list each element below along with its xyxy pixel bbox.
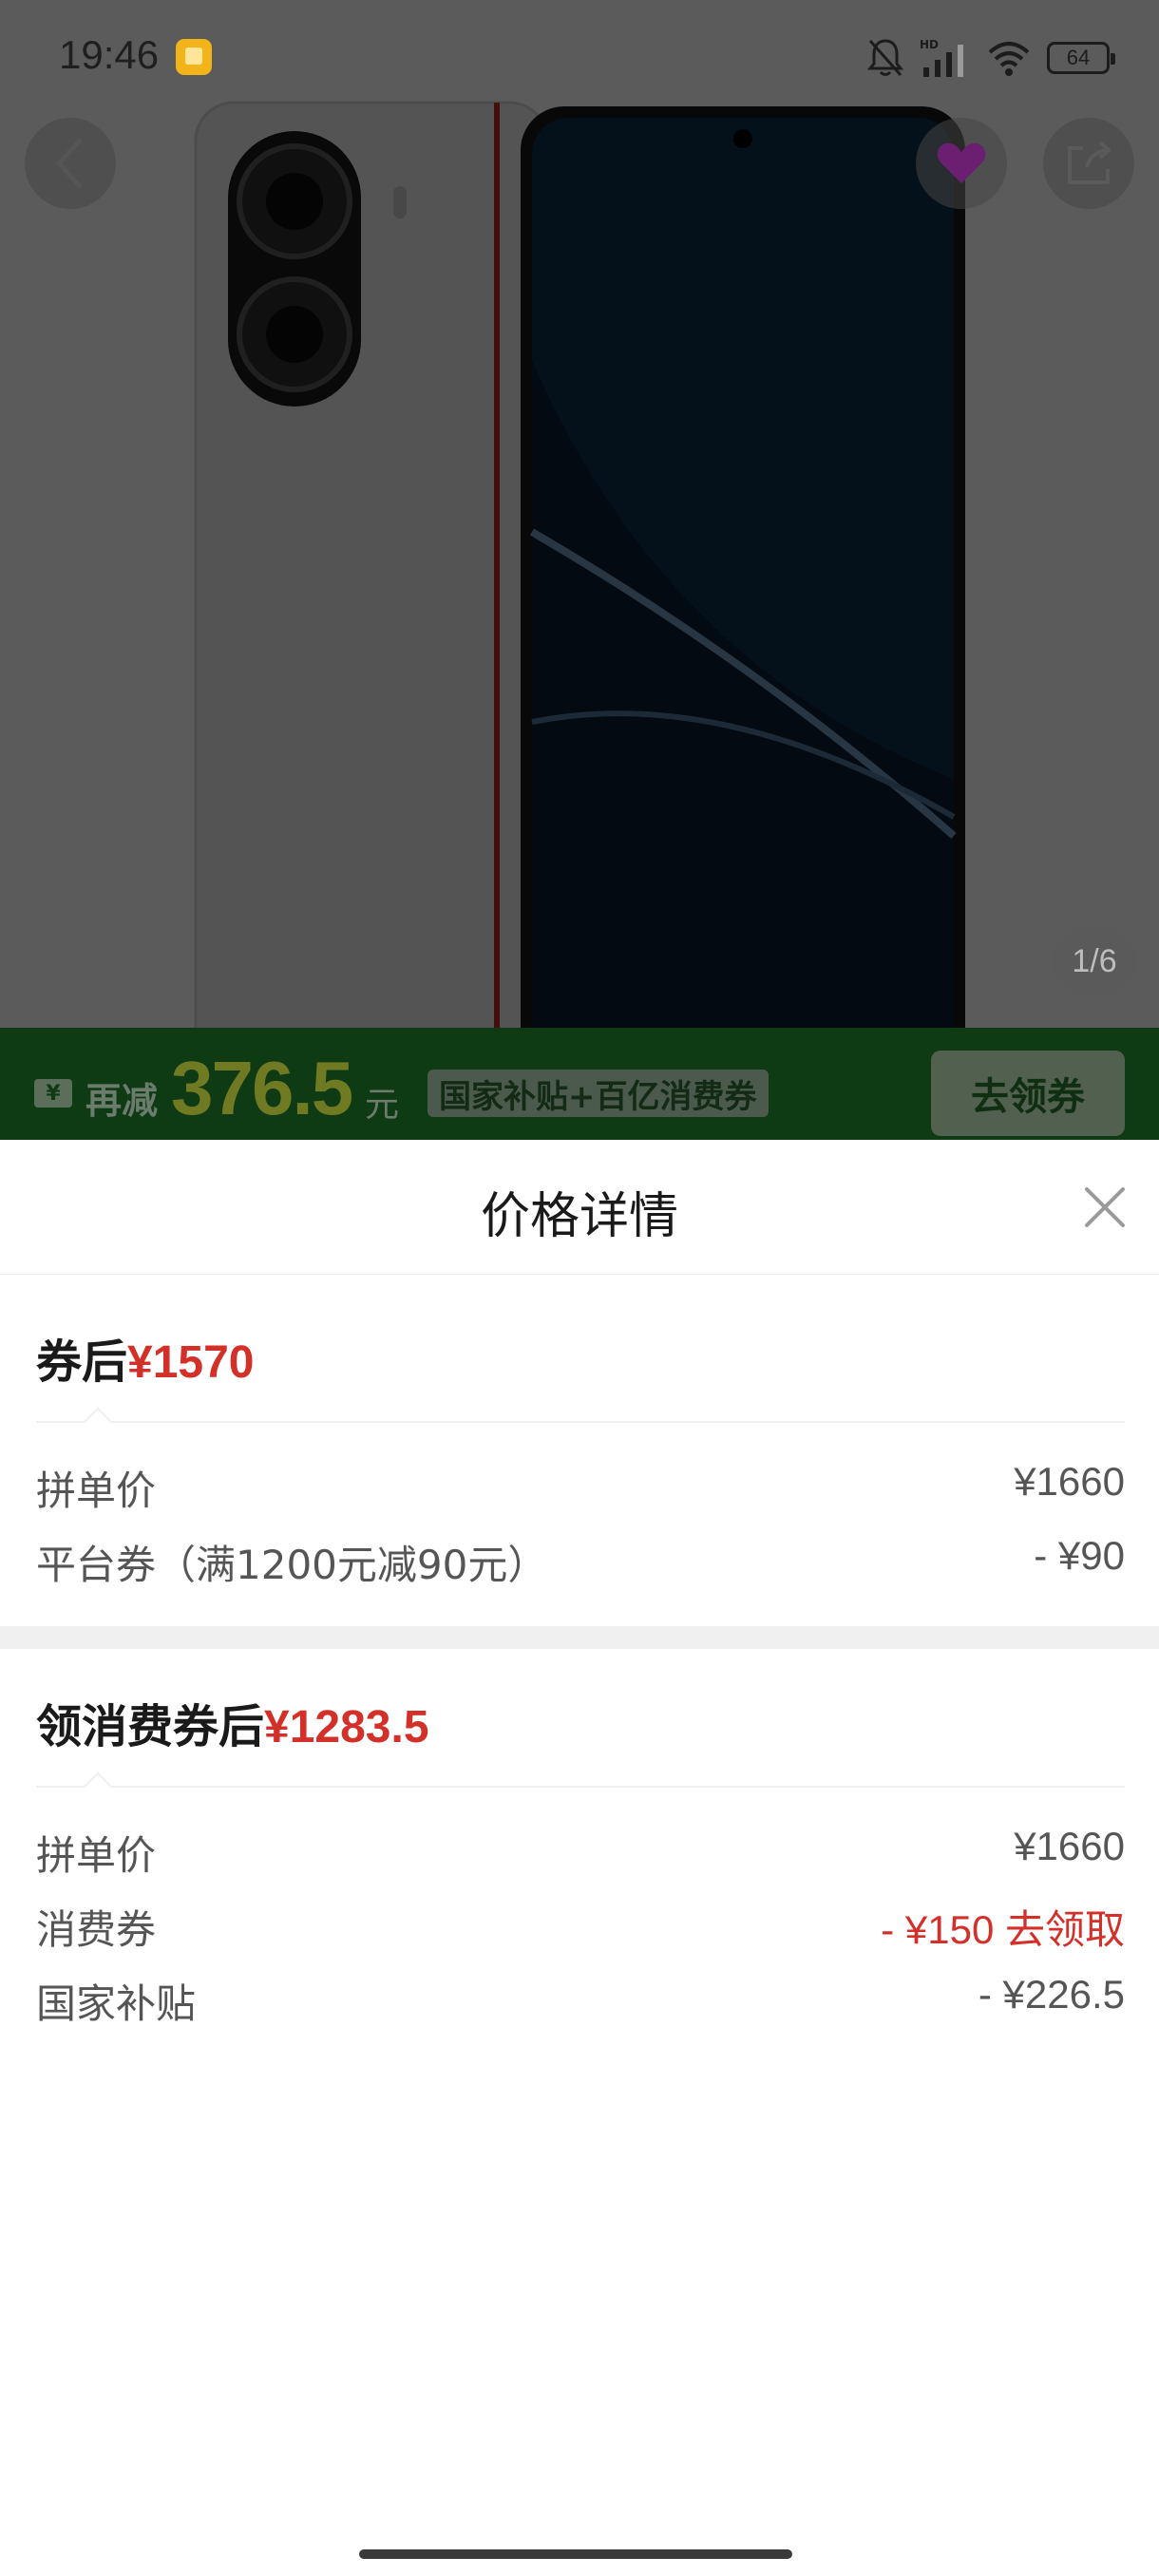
sheet-header: 价格详情: [0, 1140, 1159, 1275]
claim-coupon-button[interactable]: 去领券: [931, 1051, 1125, 1136]
promo-unit: 元: [365, 1086, 400, 1125]
platform-coupon-value: - ¥90: [1034, 1533, 1125, 1578]
share-button[interactable]: [1043, 118, 1134, 209]
gallery-app-icon: [176, 39, 212, 75]
divider: [36, 1421, 1125, 1423]
close-icon[interactable]: [1083, 1185, 1127, 1229]
consumer-coupon-label: 消费券: [36, 1906, 157, 1953]
image-page-indicator: 1/6: [1053, 933, 1136, 990]
after-coupon-label: 券后: [36, 1335, 128, 1389]
status-time: 19:46: [59, 32, 160, 77]
share-icon: [1068, 141, 1111, 184]
price-row: 拼单价 ¥1660: [36, 1459, 1125, 1516]
svg-text:HD: HD: [920, 38, 939, 51]
notification-muted-icon: [866, 39, 904, 76]
national-subsidy-label: 国家补贴: [36, 1980, 197, 2027]
price-details-sheet: 价格详情 券后¥1570 拼单价 ¥1660 平台券（满1200元减90元） -…: [0, 1140, 1159, 2576]
after-coupon-price: ¥1570: [127, 1337, 255, 1388]
price-row: 拼单价 ¥1660: [36, 1824, 1125, 1881]
after-consumer-coupon-heading: 领消费券后¥1283.5: [36, 1689, 429, 1755]
promo-amount: 376.5: [171, 1046, 353, 1130]
promo-tag: 国家补贴+百亿消费券: [428, 1070, 769, 1117]
price-row-value: ¥1660: [1014, 1824, 1125, 1868]
sheet-title: 价格详情: [480, 1188, 678, 1245]
after-consumer-coupon-price: ¥1283.5: [264, 1702, 429, 1752]
after-coupon-heading: 券后¥1570: [36, 1324, 255, 1391]
wifi-icon: [988, 42, 1030, 76]
platform-coupon-row: 平台券（满1200元减90元） - ¥90: [36, 1533, 1125, 1590]
chevron-left-icon: [56, 138, 83, 189]
promo-label: 再减: [86, 1080, 159, 1122]
price-row-label: 拼单价: [36, 1832, 157, 1879]
coupon-ticket-icon: ¥: [34, 1079, 72, 1108]
national-subsidy-value: - ¥226.5: [978, 1972, 1125, 2017]
hd-signal-icon: HD: [920, 38, 963, 77]
battery-icon: 64: [1047, 42, 1115, 74]
consumer-coupon-amount: - ¥150: [881, 1907, 995, 1952]
price-row-label: 拼单价: [36, 1468, 157, 1514]
heart-icon: [937, 142, 986, 183]
consumer-coupon-row[interactable]: 消费券 - ¥150 去领取: [36, 1898, 1125, 1955]
divider: [36, 1786, 1125, 1788]
status-bar: 19:46 HD 64: [0, 0, 1159, 114]
home-indicator[interactable]: [359, 2549, 792, 2559]
consumer-coupon-value[interactable]: - ¥150 去领取: [881, 1898, 1125, 1956]
national-subsidy-row: 国家补贴 - ¥226.5: [36, 1972, 1125, 2029]
divider-notch: [83, 1407, 113, 1437]
after-consumer-coupon-label: 领消费券后: [36, 1700, 265, 1753]
section-separator: [0, 1626, 1159, 1649]
price-row-value: ¥1660: [1014, 1459, 1125, 1504]
favorite-button[interactable]: [916, 118, 1007, 209]
status-icons: HD 64: [866, 34, 1115, 82]
claim-consumer-coupon-link[interactable]: 去领取: [1005, 1906, 1125, 1953]
platform-coupon-label: 平台券（满1200元减90元）: [36, 1542, 548, 1588]
back-button[interactable]: [25, 118, 116, 209]
